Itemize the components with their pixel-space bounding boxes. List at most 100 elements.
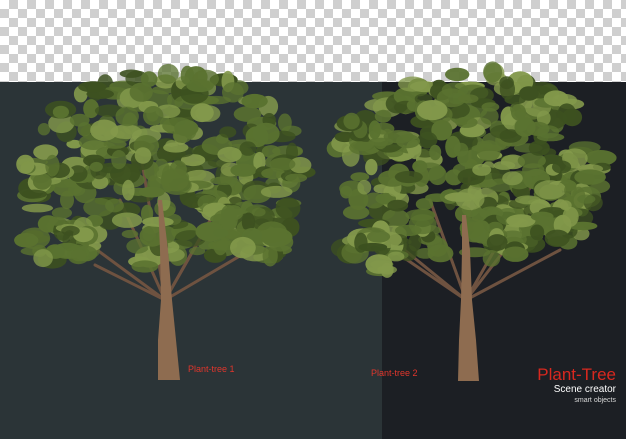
tree-2-leaf-cluster <box>394 170 423 184</box>
tree-2-leaf-cluster <box>429 144 442 161</box>
tree-1-leaf-cluster <box>48 216 66 226</box>
tree-2-leaf-cluster <box>365 158 378 176</box>
tree-1-leaf-cluster <box>210 176 239 185</box>
tree-1-leaf-cluster <box>174 120 199 137</box>
tree-1-leaf-cluster <box>138 186 165 198</box>
tree-1-leaf-cluster <box>260 185 293 198</box>
tree-1-leaf-cluster <box>285 173 308 183</box>
tree-2-leaf-cluster <box>458 94 479 104</box>
tree-1-leaf-cluster <box>224 205 244 221</box>
tree-1-leaf-cluster <box>78 81 107 93</box>
tree-1-leaf-cluster <box>230 163 257 177</box>
tree-1-leaf-cluster <box>131 260 159 273</box>
tree-2-leaf-cluster <box>562 206 579 227</box>
tree-2-leaf-cluster <box>480 107 499 125</box>
tree-1-leaf-cluster <box>121 229 139 239</box>
tree-1-leaf-cluster <box>163 142 189 153</box>
tree-1-leaf-cluster <box>51 207 72 219</box>
tree-1-leaf-cluster <box>233 106 262 122</box>
tree-1-leaf-cluster <box>21 203 53 213</box>
tree-2-leaf-cluster <box>455 188 485 211</box>
tree-1-leaf-cluster <box>37 123 51 136</box>
tree-2-label: Plant-tree 2 <box>371 368 418 378</box>
tree-1-leaf-cluster <box>190 103 214 123</box>
plant-tree-2 <box>326 61 617 381</box>
tree-1-leaf-cluster <box>71 249 87 262</box>
tree-2-leaf-cluster <box>530 211 554 222</box>
tree-1-leaf-cluster <box>69 113 90 127</box>
canvas: Plant-tree 1 Plant-tree 2 Plant-Tree Sce… <box>0 0 626 439</box>
tree-1-leaf-cluster <box>241 93 268 109</box>
tree-1-leaf-cluster <box>230 236 256 259</box>
tree-2-leaf-cluster <box>415 198 434 211</box>
tree-1-leaf-cluster <box>89 161 103 172</box>
brand-subtitle: Scene creator <box>553 384 616 395</box>
tree-2-leaf-cluster <box>372 122 395 135</box>
tree-1-leaf-cluster <box>21 189 47 199</box>
tree-1-leaf-cluster <box>115 106 139 127</box>
tree-1-leaf-cluster <box>16 154 35 174</box>
tree-1-leaf-cluster <box>142 216 174 227</box>
tree-1-leaf-cluster <box>25 235 39 245</box>
tree-2-leaf-cluster <box>499 79 515 100</box>
tree-1-leaf-cluster <box>239 141 257 156</box>
brand-block: Plant-Tree Scene creator smart objects <box>537 366 616 405</box>
tree-1-leaf-cluster <box>140 71 158 87</box>
tree-1-leaf-cluster <box>122 179 135 201</box>
tree-1-leaf-cluster <box>111 150 127 170</box>
tree-1-leaf-cluster <box>157 63 179 84</box>
tree-1-leaf-cluster <box>275 197 301 220</box>
tree-2-leaf-cluster <box>515 195 541 205</box>
tree-1-leaf-cluster <box>143 106 164 126</box>
tree-2-leaf-cluster <box>405 209 436 221</box>
tree-1-leaf-cluster <box>222 82 244 103</box>
tree-2-leaf-cluster <box>493 161 516 170</box>
tree-2-leaf-cluster <box>398 76 428 92</box>
tree-1-label: Plant-tree 1 <box>188 364 235 374</box>
tree-2-leaf-cluster <box>574 169 606 185</box>
tree-2-leaf-cluster <box>483 61 503 83</box>
tree-2-leaf-cluster <box>350 172 370 182</box>
tree-2-leaf-cluster <box>530 224 545 241</box>
tree-2-leaf-cluster <box>502 246 529 262</box>
tree-2-leaf-cluster <box>528 140 550 156</box>
tree-1-leaf-cluster <box>111 212 143 228</box>
tree-2-leaf-cluster <box>472 163 492 176</box>
tree-2-leaf-cluster <box>502 171 523 186</box>
tree-2-leaf-cluster <box>357 179 372 195</box>
tree-1-leaf-cluster <box>251 207 266 217</box>
tree-2-leaf-cluster <box>354 232 368 253</box>
tree-1-leaf-cluster <box>103 139 127 149</box>
tree-1-leaf-cluster <box>90 119 119 141</box>
tree-1-leaf-cluster <box>52 105 69 119</box>
tree-2-leaf-cluster <box>514 117 536 137</box>
tree-1-leaf-cluster <box>33 249 53 268</box>
tree-2-leaf-cluster <box>522 163 545 177</box>
tree-2-leaf-cluster <box>427 244 454 263</box>
tree-2-leaf-cluster <box>380 262 394 278</box>
tree-1-leaf-cluster <box>134 147 152 164</box>
tree-2-leaf-cluster <box>519 86 539 101</box>
plant-tree-1 <box>14 63 316 380</box>
tree-1-leaf-cluster <box>60 190 74 210</box>
tree-2-leaf-cluster <box>374 109 392 123</box>
tree-2-leaf-cluster <box>455 116 478 128</box>
tree-1-leaf-cluster <box>217 146 242 163</box>
tree-2-leaf-cluster <box>557 103 576 124</box>
tree-1-leaf-cluster <box>83 197 115 217</box>
tree-2-leaf-cluster <box>416 100 448 121</box>
tree-2-leaf-cluster <box>387 251 405 262</box>
tree-2-leaf-cluster <box>366 230 391 243</box>
tree-2-leaf-cluster <box>453 142 469 157</box>
tree-2-leaf-cluster <box>537 125 560 139</box>
tree-1-leaf-cluster <box>213 228 229 238</box>
tree-2-leaf-cluster <box>477 140 501 162</box>
tree-2-leaf-cluster <box>340 185 353 199</box>
tree-2-leaf-cluster <box>534 180 567 200</box>
tree-2-leaf-cluster <box>577 194 596 204</box>
tree-2-crown <box>326 61 617 278</box>
tree-1-leaf-cluster <box>269 157 296 171</box>
tree-1-leaf-cluster <box>252 122 280 145</box>
tree-1-leaf-cluster <box>142 227 155 242</box>
tree-1-leaf-cluster <box>32 173 52 190</box>
